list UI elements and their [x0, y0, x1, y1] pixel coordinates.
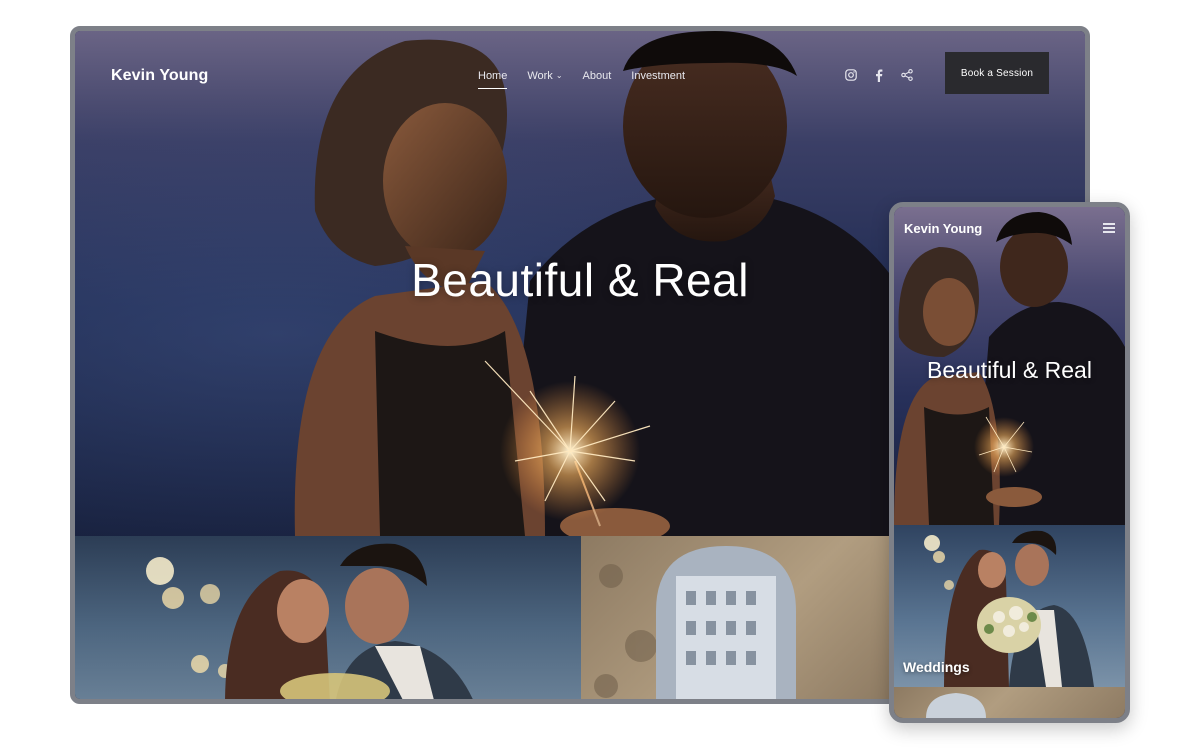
mobile-mockup: Kevin Young Beautiful & Real Weddings: [889, 202, 1130, 723]
nav-item-about[interactable]: About: [583, 70, 612, 82]
mobile-gallery-tile-weddings[interactable]: Weddings: [894, 525, 1125, 687]
nav-item-home[interactable]: Home: [478, 70, 508, 89]
gallery-caption-weddings: Weddings: [903, 659, 970, 675]
nav-item-work-label: Work: [527, 70, 553, 82]
mobile-hero-title: Beautiful & Real: [927, 357, 1092, 383]
mobile-stone-arch-photo: [926, 693, 986, 718]
share-icon[interactable]: [901, 69, 915, 83]
wedding-kiss-photo: [146, 543, 473, 699]
mobile-gallery-tile-arch[interactable]: [894, 687, 1125, 718]
site-brand[interactable]: Kevin Young: [111, 67, 208, 85]
social-links: [845, 69, 915, 83]
facebook-icon[interactable]: [873, 69, 887, 83]
site-header: Kevin Young Home Work⌄ About Investment: [75, 31, 1085, 121]
mobile-site-brand[interactable]: Kevin Young: [904, 221, 982, 236]
nav-item-work[interactable]: Work ⌄: [527, 70, 562, 82]
nav-item-investment[interactable]: Investment: [631, 70, 685, 82]
hamburger-menu-icon[interactable]: [1103, 223, 1115, 233]
gallery-tile-wedding-photo[interactable]: [75, 536, 581, 699]
mobile-hero-section: Kevin Young Beautiful & Real: [894, 207, 1125, 525]
book-session-button[interactable]: Book a Session: [945, 52, 1049, 94]
instagram-icon[interactable]: [845, 69, 859, 83]
main-nav: Home Work ⌄ About Investment: [478, 70, 685, 89]
chevron-down-icon: ⌄: [555, 71, 563, 80]
